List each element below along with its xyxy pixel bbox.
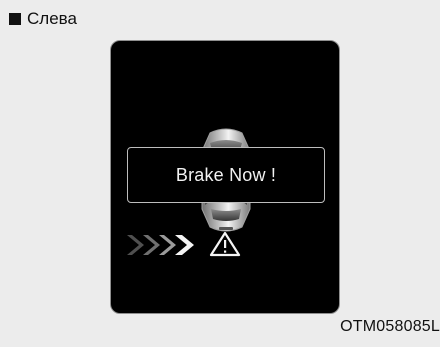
approach-warning-indicator: [127, 231, 241, 257]
dashboard-screen: Brake Now !: [110, 40, 340, 314]
brake-now-text: Brake Now !: [175, 164, 277, 185]
warning-triangle-icon: [209, 231, 241, 257]
section-title: Слева: [9, 10, 77, 27]
section-title-text: Слева: [27, 9, 77, 28]
figure-code: OTM058085L: [340, 318, 440, 335]
approach-chevrons-icon: [127, 235, 194, 255]
brake-now-alert: Brake Now !: [127, 147, 325, 203]
square-bullet-icon: [9, 12, 21, 25]
